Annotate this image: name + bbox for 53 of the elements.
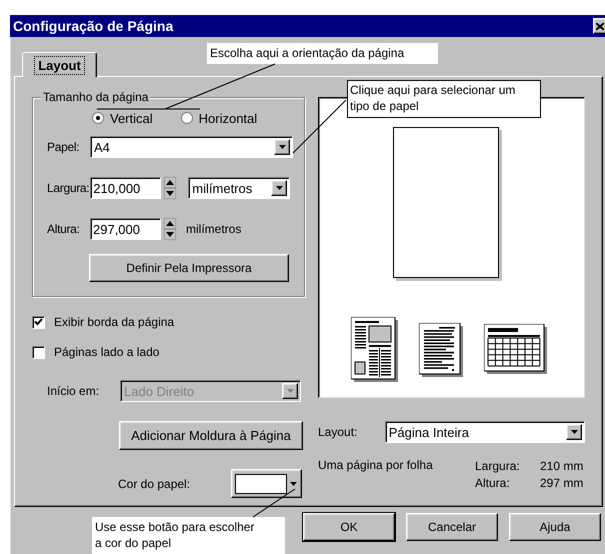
unit-label: milímetros — [186, 222, 242, 236]
checkbox-label: Páginas lado a lado — [54, 345, 160, 359]
dropdown-button[interactable] — [566, 424, 582, 440]
field-label: Layout: — [318, 425, 358, 439]
dialog-button[interactable]: Ajuda — [509, 513, 601, 541]
field-label: Largura: — [47, 181, 90, 195]
dialog-button[interactable]: OK — [303, 513, 395, 541]
caret-icon — [276, 186, 283, 190]
group-label: Tamanho da página — [41, 90, 150, 104]
dimension-value: 210 mm — [540, 458, 584, 475]
text-document-icon[interactable] — [418, 323, 464, 378]
caret-icon — [278, 145, 286, 149]
newsletter-icon[interactable] — [350, 317, 398, 383]
callout: Clique aqui para selecionar um tipo de papel — [347, 80, 541, 118]
spinner[interactable] — [164, 218, 176, 240]
spinner[interactable] — [164, 177, 176, 199]
combo-box[interactable]: milímetros — [188, 177, 290, 199]
callout: Escolha aqui a orientação da página — [207, 43, 438, 64]
dimension-label: Altura: — [475, 475, 511, 492]
caret-icon — [290, 482, 297, 486]
radio-label: Vertical — [110, 110, 153, 126]
color-picker-button[interactable] — [231, 469, 302, 498]
checkbox[interactable] — [32, 346, 45, 358]
radio-button[interactable] — [180, 112, 193, 124]
caret-icon — [570, 430, 578, 434]
radio-button[interactable] — [92, 112, 104, 124]
layout-description: Uma página por folha — [318, 458, 434, 474]
input-field[interactable]: 210,000 — [90, 177, 162, 199]
combo-box[interactable]: A4 — [90, 136, 293, 158]
field-label: Cor do papel: — [118, 476, 192, 490]
close-button[interactable] — [593, 18, 605, 34]
leader-line — [252, 488, 296, 518]
window-title: Configuração de Página — [13, 18, 174, 34]
field-label: Papel: — [47, 140, 80, 154]
tab[interactable]: Layout — [22, 52, 97, 77]
field-label: Altura: — [47, 222, 81, 236]
close-icon — [596, 22, 604, 30]
checkbox-label: Exibir borda da página — [54, 315, 174, 329]
dropdown-button[interactable] — [271, 180, 288, 196]
dimension-label: Largura: — [475, 458, 521, 475]
radio-label: Horizontal — [198, 110, 258, 126]
table-page-icon[interactable] — [484, 324, 548, 375]
callout: Use esse botão para escolher a cor do papel — [92, 517, 285, 554]
input-field[interactable]: 297,000 — [90, 218, 161, 240]
caret-icon — [286, 389, 294, 393]
dimension-value: 297 mm — [540, 475, 584, 492]
dialog-button[interactable]: Cancelar — [406, 513, 498, 541]
field-label: Início em: — [47, 384, 100, 398]
combo-box[interactable]: Página Inteira — [384, 421, 585, 443]
printer-button[interactable]: Definir Pela Impressora — [89, 254, 289, 282]
checkbox[interactable] — [32, 316, 45, 328]
dropdown-button[interactable] — [274, 139, 290, 155]
frame-button[interactable]: Adicionar Moldura à Página — [119, 421, 303, 450]
